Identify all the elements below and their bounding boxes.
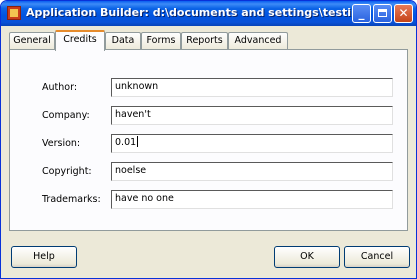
tab-credits[interactable]: Credits	[55, 30, 105, 51]
trademarks-label: Trademarks:	[42, 194, 101, 205]
title-bar[interactable]: Application Builder: d:\documents and se…	[1, 1, 416, 26]
tab-advanced[interactable]: Advanced	[228, 32, 288, 50]
trademarks-field[interactable]: have no one	[111, 190, 393, 209]
minimize-button[interactable]: _	[352, 4, 371, 23]
tab-general[interactable]: General	[9, 32, 55, 50]
close-button[interactable]: ✕	[394, 4, 413, 23]
help-button[interactable]: Help	[11, 246, 77, 268]
credits-panel: Author: unknown Company: haven't Version…	[9, 49, 408, 231]
cancel-button[interactable]: Cancel	[344, 246, 410, 268]
tab-forms[interactable]: Forms	[141, 32, 181, 50]
ok-button[interactable]: OK	[274, 246, 340, 268]
company-label: Company:	[42, 110, 90, 121]
tab-data[interactable]: Data	[105, 32, 141, 50]
copyright-field[interactable]: noelse	[111, 162, 393, 181]
company-field[interactable]: haven't	[111, 106, 393, 125]
version-value: 0.01	[115, 137, 137, 148]
dialog-window: Application Builder: d:\documents and se…	[0, 0, 417, 279]
tab-reports[interactable]: Reports	[181, 32, 228, 50]
author-field[interactable]: unknown	[111, 78, 393, 97]
author-label: Author:	[42, 82, 78, 93]
version-label: Version:	[42, 138, 81, 149]
app-icon	[7, 6, 21, 20]
version-field[interactable]: 0.01	[111, 134, 393, 153]
maximize-button[interactable]	[373, 4, 392, 23]
text-caret	[137, 136, 139, 147]
window-title: Application Builder: d:\documents and se…	[26, 6, 361, 19]
copyright-label: Copyright:	[42, 166, 92, 177]
